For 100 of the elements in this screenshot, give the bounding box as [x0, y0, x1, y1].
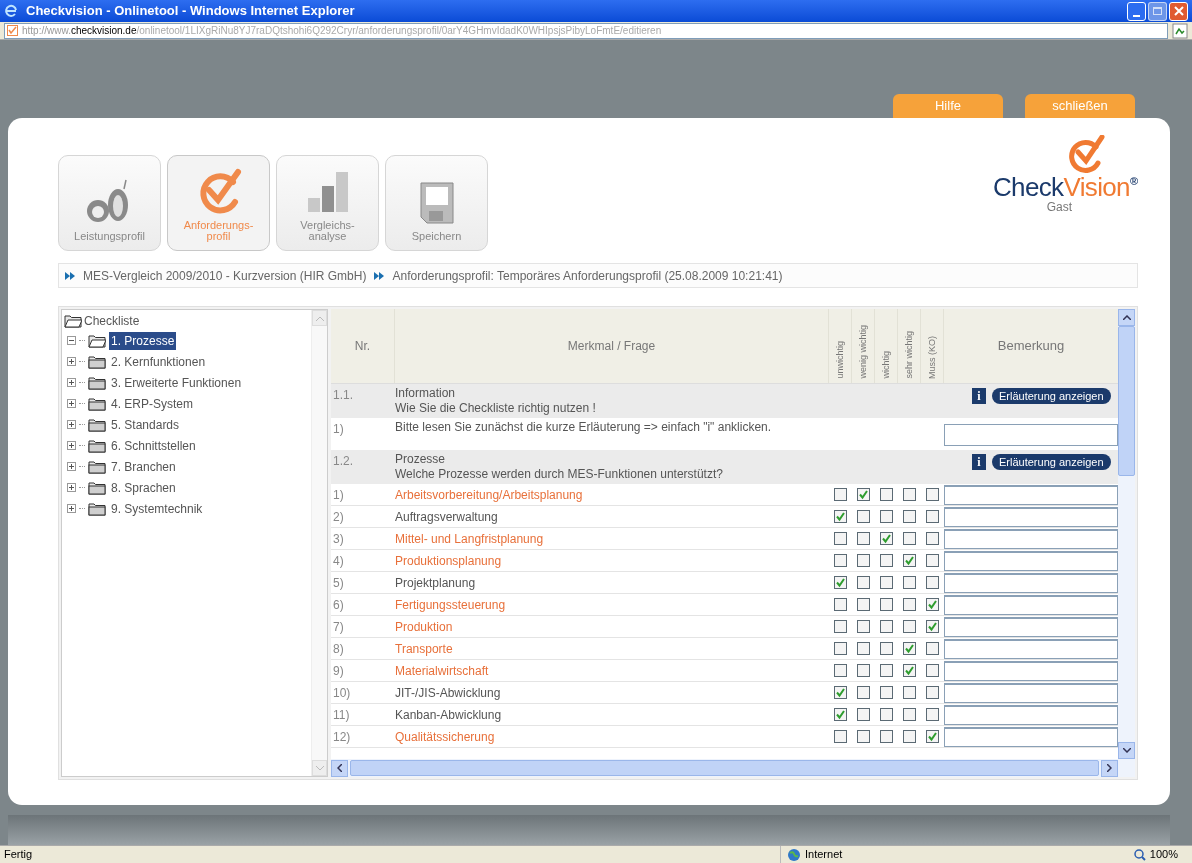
checkbox[interactable]	[926, 598, 939, 611]
checkbox[interactable]	[903, 642, 916, 655]
checkbox[interactable]	[834, 510, 847, 523]
remark-field[interactable]	[944, 506, 1118, 527]
checkbox[interactable]	[903, 686, 916, 699]
expand-icon[interactable]	[67, 462, 76, 471]
scrollbar[interactable]	[1118, 309, 1135, 759]
remark-field[interactable]	[944, 594, 1118, 615]
checkbox[interactable]	[834, 576, 847, 589]
checkbox[interactable]	[834, 620, 847, 633]
checkbox[interactable]	[926, 664, 939, 677]
checkbox[interactable]	[857, 532, 870, 545]
checkbox[interactable]	[903, 620, 916, 633]
checkbox[interactable]	[880, 598, 893, 611]
checkbox[interactable]	[903, 708, 916, 721]
checkbox[interactable]	[857, 708, 870, 721]
tree-root[interactable]: Checkliste	[84, 312, 140, 330]
checkbox[interactable]	[926, 708, 939, 721]
checkbox[interactable]	[903, 664, 916, 677]
checkbox[interactable]	[880, 576, 893, 589]
checkbox[interactable]	[903, 576, 916, 589]
remark-field[interactable]	[944, 726, 1118, 747]
checkbox[interactable]	[834, 598, 847, 611]
address-field[interactable]: http://www.checkvision.de/onlinetool/1LIXgRiNu8YJ7raDQtshohi6Q292Cryr/anforderungsprofil/0arY4GHmvIdadK0WHIpsjsPibyLoFmtE/editieren	[4, 22, 1168, 39]
checkbox[interactable]	[903, 598, 916, 611]
maximize-button[interactable]	[1148, 1, 1167, 21]
checkbox[interactable]	[880, 554, 893, 567]
checkbox[interactable]	[926, 488, 939, 501]
criterion-link[interactable]: Projektplanung	[395, 573, 829, 592]
compatibility-icon[interactable]	[1172, 22, 1188, 39]
remark-field[interactable]	[944, 550, 1118, 571]
checkbox[interactable]	[880, 708, 893, 721]
remark-field[interactable]	[944, 660, 1118, 681]
criterion-link[interactable]: JIT-/JIS-Abwicklung	[395, 683, 829, 702]
breadcrumb-link[interactable]: MES-Vergleich 2009/2010 - Kurzversion (HIR GmbH)	[83, 266, 367, 285]
checkbox[interactable]	[926, 532, 939, 545]
checkbox[interactable]	[834, 642, 847, 655]
remark-field[interactable]	[944, 528, 1118, 549]
checkbox[interactable]	[834, 554, 847, 567]
checkbox[interactable]	[834, 664, 847, 677]
expand-icon[interactable]	[67, 420, 76, 429]
remark-field[interactable]	[944, 682, 1118, 703]
remark-field[interactable]	[944, 484, 1118, 505]
checkbox[interactable]	[926, 730, 939, 743]
expand-icon[interactable]	[67, 399, 76, 408]
collapse-icon[interactable]	[67, 336, 76, 345]
checkbox[interactable]	[880, 664, 893, 677]
checkbox[interactable]	[880, 642, 893, 655]
info-button[interactable]: i	[972, 454, 986, 470]
checkbox[interactable]	[857, 686, 870, 699]
checkbox[interactable]	[857, 510, 870, 523]
checkbox[interactable]	[834, 686, 847, 699]
explanation-button[interactable]: Erläuterung anzeigen	[992, 454, 1111, 470]
checkbox[interactable]	[857, 554, 870, 567]
checkbox[interactable]	[903, 488, 916, 501]
minimize-button[interactable]	[1127, 1, 1146, 21]
horizontal-scrollbar[interactable]	[331, 759, 1135, 777]
checkbox[interactable]	[903, 554, 916, 567]
tree-item[interactable]: 6. Schnittstellen	[109, 436, 198, 455]
checkbox[interactable]	[834, 730, 847, 743]
remark-field[interactable]	[944, 616, 1118, 637]
tree-item[interactable]: 4. ERP-System	[109, 394, 196, 413]
checkbox[interactable]	[926, 620, 939, 633]
checkbox[interactable]	[857, 488, 870, 501]
remark-field[interactable]	[944, 424, 1118, 446]
expand-icon[interactable]	[67, 441, 76, 450]
checkbox[interactable]	[926, 510, 939, 523]
checkbox[interactable]	[857, 730, 870, 743]
checkbox[interactable]	[880, 510, 893, 523]
expand-icon[interactable]	[67, 483, 76, 492]
expand-icon[interactable]	[67, 504, 76, 513]
tree-item[interactable]: 9. Systemtechnik	[109, 499, 205, 518]
tree-item[interactable]: 1. Prozesse	[109, 331, 177, 350]
tree-item[interactable]: 8. Sprachen	[109, 478, 178, 497]
checkbox[interactable]	[834, 488, 847, 501]
checkbox[interactable]	[834, 532, 847, 545]
checkbox[interactable]	[880, 730, 893, 743]
remark-field[interactable]	[944, 572, 1118, 593]
expand-icon[interactable]	[67, 378, 76, 387]
breadcrumb-link[interactable]: Anforderungsprofil: Temporäres Anforderungsprofil (25.08.2009 10:21:41)	[392, 266, 783, 285]
checkbox[interactable]	[903, 510, 916, 523]
explanation-button[interactable]: Erläuterung anzeigen	[992, 388, 1111, 404]
zoom-level[interactable]: 100%	[1149, 846, 1178, 863]
checkbox[interactable]	[880, 620, 893, 633]
checkbox[interactable]	[857, 664, 870, 677]
criterion-link[interactable]: Kanban-Abwicklung	[395, 705, 829, 724]
zoom-icon[interactable]	[1133, 848, 1146, 861]
checkbox[interactable]	[880, 488, 893, 501]
expand-icon[interactable]	[67, 357, 76, 366]
remark-field[interactable]	[944, 704, 1118, 725]
checkbox[interactable]	[903, 532, 916, 545]
checkbox[interactable]	[880, 532, 893, 545]
checkbox[interactable]	[926, 576, 939, 589]
tree-item[interactable]: 3. Erweiterte Funktionen	[109, 373, 244, 392]
checkbox[interactable]	[857, 620, 870, 633]
remark-field[interactable]	[944, 638, 1118, 659]
tree-item[interactable]: 5. Standards	[109, 415, 182, 434]
checkbox[interactable]	[926, 642, 939, 655]
info-button[interactable]: i	[972, 388, 986, 404]
checkbox[interactable]	[926, 554, 939, 567]
